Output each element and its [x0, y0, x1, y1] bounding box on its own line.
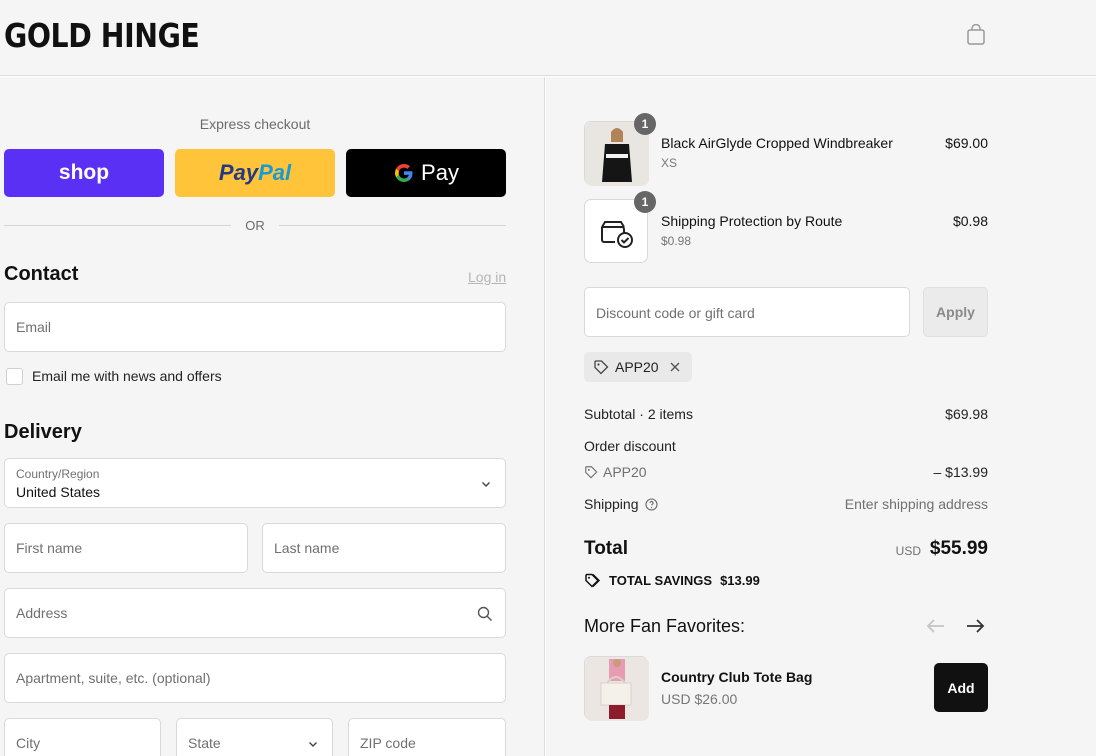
express-checkout-title: Express checkout: [199, 116, 311, 132]
shipping-label: Shipping: [584, 496, 639, 512]
city-placeholder: City: [16, 735, 41, 751]
state-placeholder: State: [188, 735, 221, 751]
country-label: Country/Region: [16, 467, 100, 481]
subtotal-label: Subtotal · 2 items: [584, 406, 693, 422]
arrow-right-icon[interactable]: [964, 615, 986, 637]
total-savings-row: TOTAL SAVINGS $13.99: [584, 573, 760, 588]
tote-bag-image: [585, 657, 649, 721]
discount-placeholder: Discount code or gift card: [596, 305, 755, 321]
email-placeholder: Email: [16, 319, 52, 335]
shipping-value: Enter shipping address: [844, 496, 988, 512]
zip-field[interactable]: ZIP code: [348, 718, 506, 756]
product-thumbnail: 1: [584, 191, 656, 263]
country-select[interactable]: Country/Region United States: [4, 458, 506, 508]
quantity-badge: 1: [634, 113, 656, 135]
item-price: $69.00: [945, 135, 988, 151]
country-value: United States: [16, 484, 101, 500]
shopping-bag-icon[interactable]: [965, 24, 987, 46]
divider-line: [4, 224, 232, 226]
first-name-placeholder: First name: [16, 540, 83, 556]
contact-heading: Contact: [4, 263, 79, 285]
checkout-form-column: Express checkout shop Pay Pal Pay OR Cont…: [0, 77, 545, 756]
product-thumbnail: [584, 656, 649, 721]
google-pay-button[interactable]: Pay: [346, 149, 506, 197]
address-placeholder: Address: [16, 605, 68, 621]
divider-line: [278, 224, 506, 226]
tag-icon: [594, 360, 609, 375]
fav-product-price: USD $26.00: [661, 691, 738, 707]
or-label: OR: [245, 217, 265, 233]
discount-code-label: APP20: [603, 464, 647, 480]
state-select[interactable]: State: [176, 718, 333, 756]
paypal-label-part2: Pal: [258, 160, 292, 185]
shop-pay-label: shop: [58, 161, 110, 184]
login-link[interactable]: Log in: [468, 269, 506, 285]
apartment-placeholder: Apartment, suite, etc. (optional): [16, 670, 211, 686]
savings-value: $13.99: [720, 573, 760, 588]
quantity-badge: 1: [634, 191, 656, 213]
search-icon: [477, 606, 492, 621]
google-pay-label: Pay: [421, 160, 459, 185]
last-name-field[interactable]: Last name: [262, 523, 506, 573]
arrow-left-icon[interactable]: [925, 615, 947, 637]
help-icon[interactable]: [644, 497, 658, 511]
tag-icon: [585, 466, 598, 479]
google-g-icon: [395, 164, 413, 182]
subtotal-value: $69.98: [945, 406, 988, 422]
applied-code-chip: APP20: [584, 352, 692, 382]
shipping-row: Shipping: [584, 496, 658, 512]
total-value: $55.99: [929, 538, 988, 559]
zip-placeholder: ZIP code: [360, 735, 416, 751]
close-icon[interactable]: [669, 361, 681, 373]
applied-code-label: APP20: [615, 359, 659, 375]
discount-code-input[interactable]: Discount code or gift card: [584, 287, 910, 337]
item-variant: $0.98: [661, 234, 692, 248]
savings-tag-icon: [585, 573, 601, 588]
or-divider: OR: [4, 217, 506, 233]
store-logo[interactable]: GOLD HINGE: [4, 16, 200, 55]
address-field[interactable]: Address: [4, 588, 506, 638]
first-name-field[interactable]: First name: [4, 523, 248, 573]
paypal-button[interactable]: Pay Pal: [175, 149, 335, 197]
item-name: Shipping Protection by Route: [661, 213, 843, 229]
savings-label: TOTAL SAVINGS: [609, 573, 713, 588]
order-discount-label: Order discount: [584, 438, 676, 454]
city-field[interactable]: City: [4, 718, 161, 756]
item-name: Black AirGlyde Cropped Windbreaker: [661, 135, 893, 151]
currency-label: USD: [895, 544, 921, 558]
header: GOLD HINGE: [0, 0, 1096, 76]
shop-pay-button[interactable]: shop: [4, 149, 164, 197]
delivery-heading: Delivery: [4, 421, 82, 443]
newsletter-checkbox[interactable]: [6, 368, 23, 385]
apartment-field[interactable]: Apartment, suite, etc. (optional): [4, 653, 506, 703]
discount-value: – $13.99: [933, 464, 989, 480]
total-label: Total: [584, 538, 628, 559]
item-price: $0.98: [952, 213, 988, 229]
order-summary-column: 1 Black AirGlyde Cropped Windbreaker XS …: [546, 77, 1096, 756]
discount-code-row: APP20: [584, 464, 647, 480]
apply-discount-button[interactable]: Apply: [923, 287, 988, 337]
fan-favorites-title: More Fan Favorites:: [584, 616, 746, 636]
newsletter-label: Email me with news and offers: [32, 368, 222, 384]
add-to-cart-button[interactable]: Add: [934, 663, 988, 712]
last-name-placeholder: Last name: [274, 540, 340, 556]
product-thumbnail: 1: [584, 113, 656, 186]
chevron-down-icon: [309, 742, 317, 747]
item-variant: XS: [661, 156, 678, 170]
fav-product-name: Country Club Tote Bag: [661, 669, 813, 685]
paypal-label-part1: Pay: [218, 160, 259, 185]
email-field[interactable]: Email: [4, 302, 506, 352]
chevron-down-icon: [482, 482, 490, 487]
